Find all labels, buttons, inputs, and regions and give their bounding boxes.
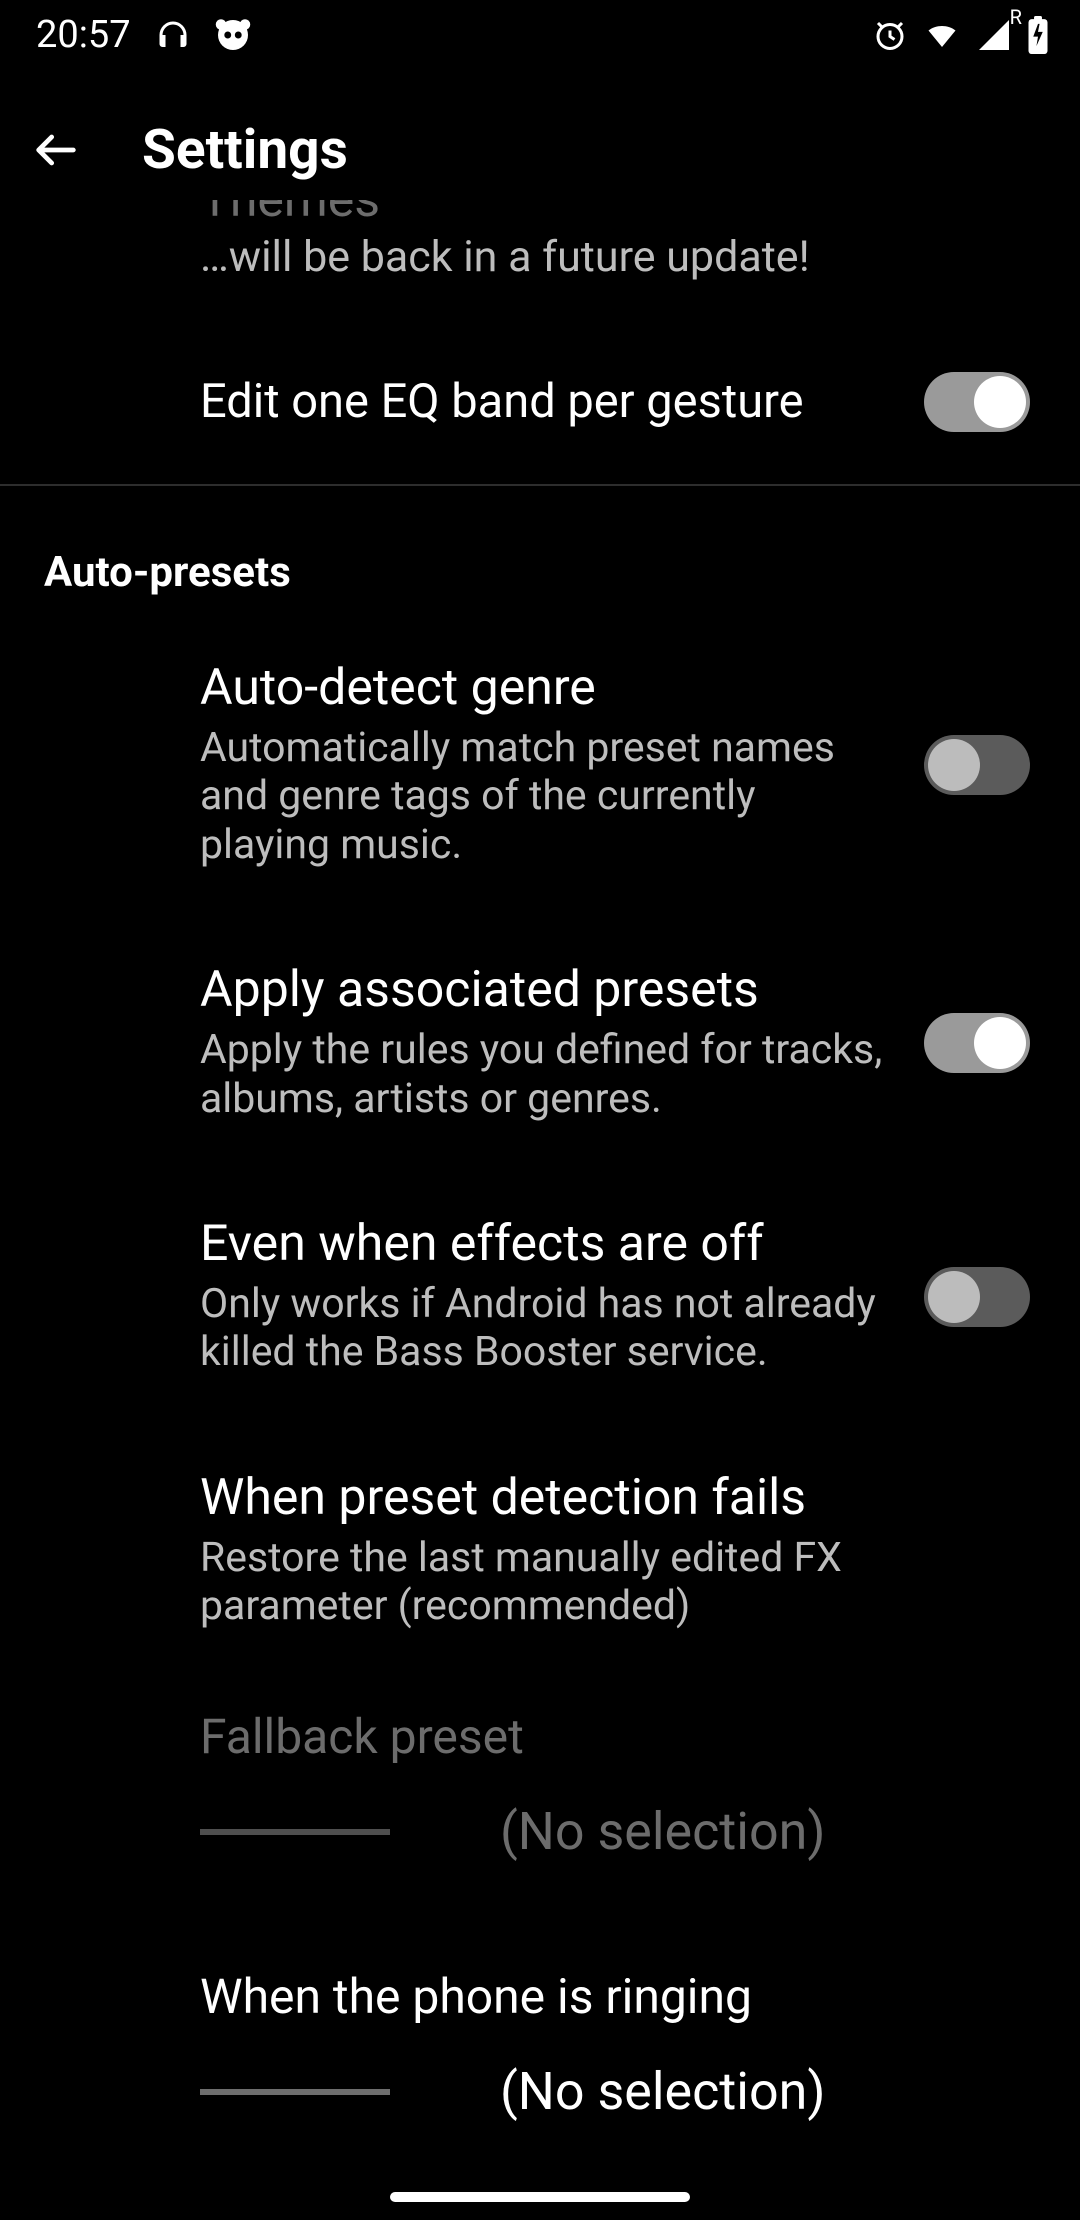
- even-when-off-title: Even when effects are off: [200, 1217, 894, 1272]
- wifi-icon: [922, 17, 962, 53]
- row-fallback-preset: Fallback preset (No selection): [0, 1674, 1080, 1898]
- when-ringing-selector[interactable]: (No selection): [200, 2061, 1020, 2122]
- detection-fails-subtitle: Restore the last manually edited FX para…: [200, 1534, 1000, 1631]
- even-when-off-toggle[interactable]: [924, 1267, 1030, 1327]
- themes-subtitle: …will be back in a future update!: [200, 232, 1040, 282]
- settings-list: Themes …will be back in a future update!…: [0, 200, 1080, 2158]
- auto-detect-genre-toggle[interactable]: [924, 735, 1030, 795]
- fallback-preset-selector: (No selection): [200, 1801, 1020, 1862]
- row-detection-fails[interactable]: When preset detection fails Restore the …: [0, 1427, 1080, 1675]
- detection-fails-title: When preset detection fails: [200, 1471, 1000, 1526]
- signal-icon: R: [976, 17, 1012, 53]
- status-bar-right: R: [872, 16, 1050, 54]
- apply-associated-subtitle: Apply the rules you defined for tracks, …: [200, 1026, 894, 1123]
- row-apply-associated[interactable]: Apply associated presets Apply the rules…: [0, 919, 1080, 1173]
- apply-associated-toggle[interactable]: [924, 1013, 1030, 1073]
- edit-eq-toggle[interactable]: [924, 372, 1030, 432]
- row-when-ringing[interactable]: When the phone is ringing (No selection): [0, 1898, 1080, 2158]
- section-header-auto-presets: Auto-presets: [0, 486, 1080, 627]
- row-even-when-off[interactable]: Even when effects are off Only works if …: [0, 1173, 1080, 1427]
- when-ringing-thumbnail: [200, 2089, 390, 2095]
- status-bar-left: 20:57: [36, 13, 251, 57]
- row-themes[interactable]: Themes …will be back in a future update!: [0, 200, 1080, 332]
- back-arrow-icon: [30, 124, 82, 176]
- status-bar: 20:57 R: [0, 0, 1080, 70]
- signal-superscript: R: [1010, 5, 1022, 29]
- when-ringing-value: (No selection): [500, 2061, 825, 2122]
- battery-icon: [1026, 16, 1050, 54]
- row-edit-eq[interactable]: Edit one EQ band per gesture: [0, 332, 1080, 472]
- fallback-preset-thumbnail: [200, 1829, 390, 1835]
- gesture-nav-handle[interactable]: [390, 2192, 690, 2202]
- even-when-off-subtitle: Only works if Android has not already ki…: [200, 1280, 894, 1377]
- row-auto-detect-genre[interactable]: Auto-detect genre Automatically match pr…: [0, 627, 1080, 919]
- panda-icon: [215, 17, 251, 53]
- back-button[interactable]: [30, 124, 130, 176]
- status-time: 20:57: [36, 13, 131, 57]
- headphones-icon: [155, 17, 191, 53]
- fallback-preset-value: (No selection): [500, 1801, 825, 1862]
- auto-detect-genre-subtitle: Automatically match preset names and gen…: [200, 724, 894, 869]
- apply-associated-title: Apply associated presets: [200, 963, 894, 1018]
- alarm-icon: [872, 17, 908, 53]
- auto-detect-genre-title: Auto-detect genre: [200, 661, 894, 716]
- page-title: Settings: [142, 118, 348, 182]
- fallback-preset-title: Fallback preset: [200, 1708, 1020, 1765]
- edit-eq-title: Edit one EQ band per gesture: [200, 376, 894, 428]
- when-ringing-title: When the phone is ringing: [200, 1968, 1020, 2025]
- themes-title: Themes: [200, 200, 1040, 226]
